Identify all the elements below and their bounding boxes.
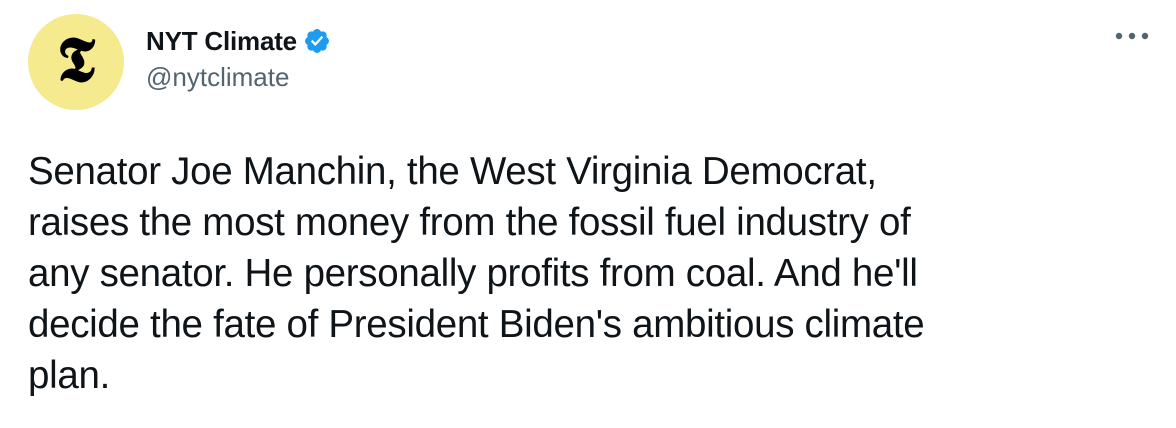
display-name[interactable]: NYT Climate (146, 26, 297, 57)
tweet-text: Senator Joe Manchin, the West Virginia D… (28, 150, 925, 397)
verified-badge-icon (303, 27, 331, 55)
author-name-row: NYT Climate (146, 24, 331, 58)
user-handle[interactable]: @nytclimate (146, 62, 289, 93)
more-options-button[interactable] (1112, 22, 1152, 50)
avatar[interactable]: 𝕿 (28, 14, 124, 110)
tweet-card: 𝕿 NYT Climate @nytclimate Senator Joe Ma… (0, 0, 1176, 428)
nyt-logo-icon: 𝕿 (56, 23, 96, 96)
more-options-icon (1115, 32, 1149, 40)
